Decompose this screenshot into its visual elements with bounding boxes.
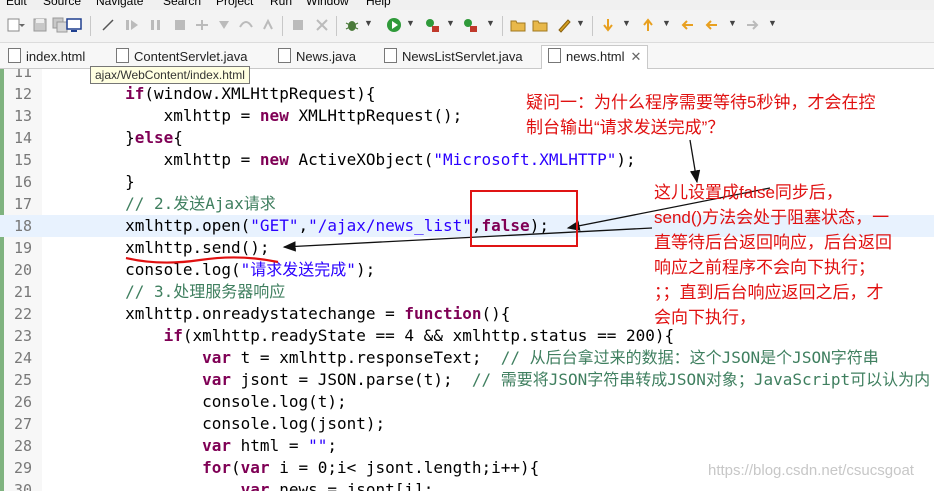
highlight-box-false (470, 190, 578, 247)
arrow-question (689, 139, 701, 184)
annotation-explain: 这儿设置成false同步后， send()方法会处于阻塞状态，一 直等待后台返回… (654, 183, 892, 327)
annotation-question: 疑问一：为什么程序需要等待5秒钟，才会在控 制台输出“请求发送完成”？ (526, 93, 876, 137)
watermark: https://blog.csdn.net/csucsgoat (708, 462, 914, 479)
underline-send (125, 256, 279, 264)
tab-tooltip: ajax/WebContent/index.html (90, 66, 250, 84)
arrow-send (282, 227, 653, 252)
